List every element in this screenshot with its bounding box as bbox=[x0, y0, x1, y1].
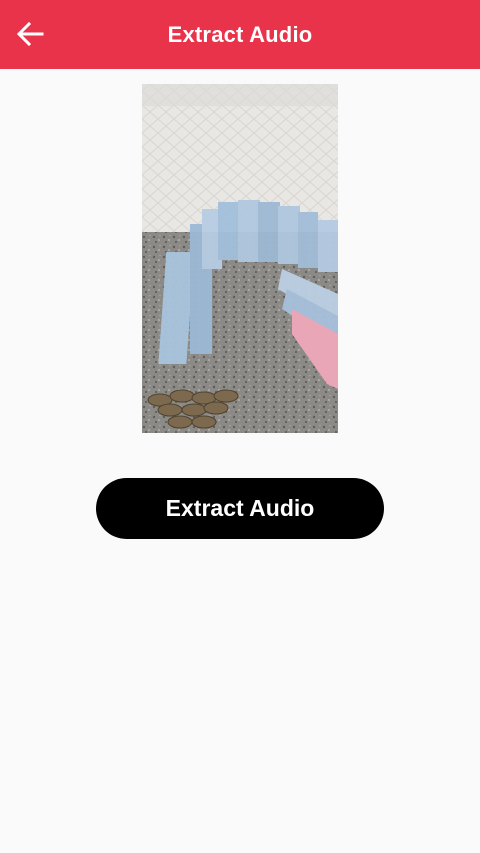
extract-audio-button[interactable]: Extract Audio bbox=[96, 478, 384, 539]
video-frame-image bbox=[142, 84, 338, 433]
app-bar: Extract Audio bbox=[0, 0, 480, 69]
video-thumbnail[interactable] bbox=[142, 84, 338, 433]
page-title: Extract Audio bbox=[167, 21, 313, 47]
arrow-left-icon bbox=[16, 21, 44, 47]
back-button[interactable] bbox=[8, 12, 52, 56]
